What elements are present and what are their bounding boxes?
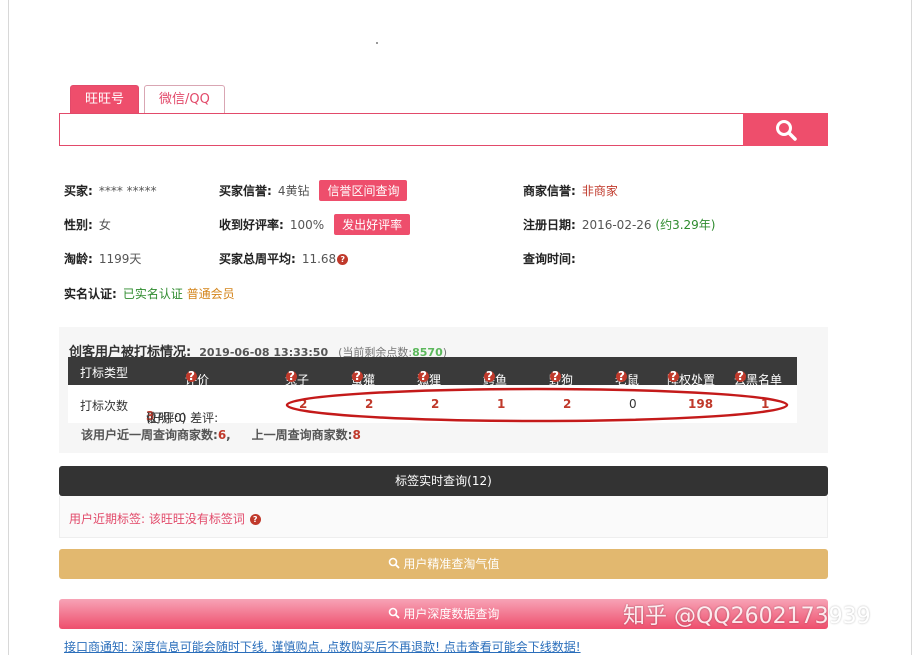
help-icon[interactable]: ? [735, 370, 746, 382]
search-button[interactable] [743, 113, 828, 146]
help-icon[interactable]: ? [418, 370, 429, 382]
info-buyer: 买家: **** ***** [64, 182, 157, 199]
last-week-query-value: 8 [352, 428, 361, 442]
gender-label: 性别: [64, 218, 93, 232]
buyer-credit-value: 4黄钻 [277, 184, 310, 198]
help-icon[interactable]: ? [286, 370, 297, 382]
register-date-label: 注册日期: [523, 218, 576, 232]
real-name-label: 实名认证: [64, 287, 117, 301]
buyer-credit-label: 买家信誉: [219, 184, 272, 198]
weekly-query-value: 6 [217, 428, 227, 442]
real-name-value: 已实名认证 [122, 287, 183, 301]
good-rate-label: 收到好评率: [219, 218, 284, 232]
buyer-value: **** ***** [98, 184, 157, 198]
seller-credit-label: 商家信誉: [523, 184, 576, 198]
row-label: 打标次数 [80, 399, 129, 413]
taobao-age-value: 1199天 [98, 252, 142, 266]
gender-value: 女 [98, 218, 111, 232]
buyer-label: 买家: [64, 184, 93, 198]
weekly-avg-label: 买家总周平均: [219, 252, 296, 266]
weekly-avg-value: 11.68 [301, 252, 337, 266]
tab-wechat-qq[interactable]: 微信/QQ [144, 85, 225, 114]
info-query-time: 查询时间: [523, 250, 582, 267]
notice-link[interactable]: 接口商通知: 深度信息可能会随时下线, 谨慎购点, 点数购买后不再退款! 点击查… [64, 638, 581, 655]
taobao-age-label: 淘龄: [64, 252, 93, 266]
page-border-left [8, 0, 9, 655]
search-bar [59, 113, 828, 146]
help-icon[interactable]: ? [484, 370, 495, 382]
help-icon[interactable]: ? [186, 370, 197, 382]
watermark: 知乎 @QQ2602173939 [623, 604, 871, 629]
info-real-name: 实名认证: 已实名认证 普通会员 [64, 285, 235, 302]
weekly-query-stats: 该用户近一周查询商家数:6, 上一周查询商家数:8 [81, 428, 361, 442]
seller-credit-value: 非商家 [581, 184, 618, 198]
search-icon [388, 557, 400, 569]
marking-table-header: 打标类型 评价? 兔子? 蜜獾? 狐狸? 鳄鱼? 野狗? 老鼠? 降权处置? 云… [68, 357, 797, 387]
marking-table-row: 打标次数 (好评:0 差评: 3 证明:0) 2 2 2 1 2 0 198 1 [68, 385, 797, 425]
query-time-label: 查询时间: [523, 252, 576, 266]
search-icon [388, 607, 400, 619]
header-type: 打标类型 [80, 366, 129, 380]
precise-query-button[interactable]: 用户精准查淘气值 [59, 549, 828, 579]
info-register-date: 注册日期: 2016-02-26 (约3.29年) [523, 216, 715, 233]
credit-range-button[interactable]: 信誉区间查询 [319, 180, 408, 201]
tab-wangwang[interactable]: 旺旺号 [70, 85, 140, 114]
search-input[interactable] [59, 113, 743, 146]
info-taobao-age: 淘龄: 1199天 [64, 250, 141, 267]
good-rate-value: 100% [289, 218, 325, 232]
help-icon[interactable]: ? [352, 370, 363, 382]
help-icon[interactable]: ? [249, 514, 261, 525]
register-date-value: 2016-02-26 [581, 218, 652, 232]
search-icon [775, 119, 797, 141]
info-buyer-credit: 买家信誉: 4黄钻 信誉区间查询 [219, 180, 408, 201]
search-tabs: 旺旺号 微信/QQ [70, 85, 225, 114]
tag-realtime-query-button[interactable]: 标签实时查询(12) [59, 466, 828, 496]
marking-panel: 创客用户被打标情况: 2019-06-08 13:33:50 (当前剩余点数:857… [59, 327, 828, 453]
member-level: 普通会员 [186, 287, 235, 301]
info-gender: 性别: 女 [64, 216, 111, 233]
info-seller-credit: 商家信誉: 非商家 [523, 182, 618, 199]
recent-tags-box: 用户近期标签: 该旺旺没有标签词 ? [59, 496, 828, 538]
given-rate-button[interactable]: 发出好评率 [334, 214, 411, 235]
info-weekly-avg: 买家总周平均: 11.68? [219, 250, 349, 267]
stray-dot [376, 42, 378, 44]
page-border-right [911, 0, 912, 655]
recent-tags-label: 用户近期标签: 该旺旺没有标签词 ? [69, 510, 261, 527]
help-icon[interactable]: ? [616, 370, 627, 382]
help-icon[interactable]: ? [550, 370, 561, 382]
help-icon[interactable]: ? [668, 370, 679, 382]
help-icon[interactable]: ? [337, 254, 349, 265]
info-good-rate: 收到好评率: 100% 发出好评率 [219, 214, 411, 235]
register-years: (约3.29年) [655, 218, 716, 232]
highlight-ellipse [285, 387, 789, 423]
